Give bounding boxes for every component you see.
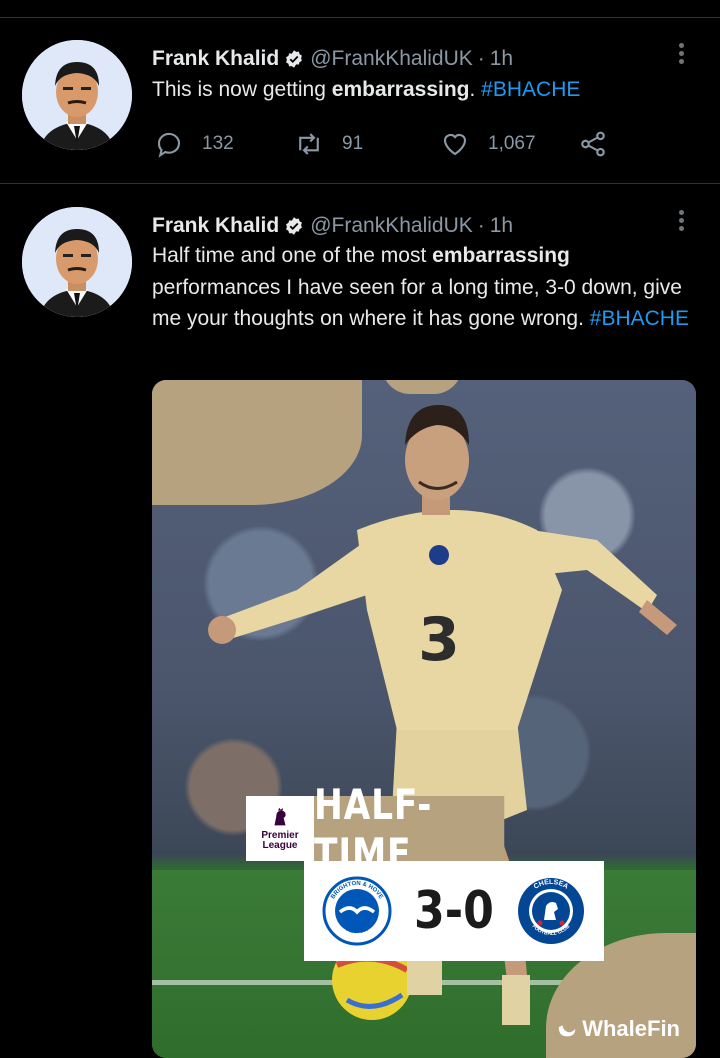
retweet-icon bbox=[299, 133, 319, 155]
like-button[interactable]: 1,067 bbox=[440, 124, 536, 164]
author-name[interactable]: Frank Khalid bbox=[152, 214, 279, 238]
reply-button[interactable]: 132 bbox=[154, 124, 234, 164]
tweet[interactable]: Frank Khalid @FrankKhalidUK · 1h Half ti… bbox=[0, 185, 720, 1058]
tweet-time[interactable]: 1h bbox=[490, 47, 513, 71]
tweet-header: Frank Khalid @FrankKhalidUK · 1h bbox=[152, 44, 513, 74]
scoreboard: BRIGHTON & HOVE ALBION 3-0 CHELSEA FOOTB… bbox=[304, 861, 604, 961]
svg-text:3: 3 bbox=[418, 605, 460, 675]
tweet-header: Frank Khalid @FrankKhalidUK · 1h bbox=[152, 211, 513, 241]
halftime-banner: Premier League HALF-TIME bbox=[246, 780, 546, 878]
hashtag-link[interactable]: #BHACHE bbox=[590, 307, 689, 330]
avatar-image bbox=[22, 207, 132, 317]
hashtag-link[interactable]: #BHACHE bbox=[481, 78, 580, 101]
retweet-count: 91 bbox=[342, 133, 364, 154]
match-score: 3-0 bbox=[414, 881, 494, 941]
brighton-crest-icon: BRIGHTON & HOVE ALBION bbox=[322, 876, 392, 946]
author-handle[interactable]: @FrankKhalidUK bbox=[310, 214, 473, 238]
avatar[interactable] bbox=[22, 40, 132, 150]
tweet-media-image[interactable]: 3 Premier League HALF-TIME BRIGHTON & HO… bbox=[152, 380, 696, 1058]
tweet-time[interactable]: 1h bbox=[490, 214, 513, 238]
halftime-label: HALF-TIME bbox=[314, 780, 505, 878]
reply-icon bbox=[157, 132, 181, 158]
avatar[interactable] bbox=[22, 207, 132, 317]
author-handle[interactable]: @FrankKhalidUK bbox=[310, 47, 473, 71]
verified-badge-icon bbox=[286, 50, 303, 68]
league-name: Premier League bbox=[261, 829, 299, 851]
more-options-icon[interactable] bbox=[676, 40, 686, 70]
verified-badge-icon bbox=[286, 217, 303, 235]
avatar-image bbox=[22, 40, 132, 150]
tweet-text: This is now getting embarrassing. #BHACH… bbox=[152, 78, 581, 101]
top-divider bbox=[0, 0, 720, 18]
share-button[interactable] bbox=[578, 124, 626, 164]
more-options-icon[interactable] bbox=[676, 207, 686, 237]
premier-league-logo: Premier League bbox=[246, 796, 314, 861]
lion-icon bbox=[274, 807, 286, 825]
reply-count: 132 bbox=[202, 133, 234, 154]
separator-dot: · bbox=[477, 214, 485, 237]
heart-icon bbox=[443, 134, 467, 156]
tweet[interactable]: Frank Khalid @FrankKhalidUK · 1h This is… bbox=[0, 18, 720, 184]
share-icon bbox=[581, 131, 605, 157]
tweet-text: Half time and one of the most embarrassi… bbox=[152, 244, 689, 330]
retweet-button[interactable]: 91 bbox=[294, 124, 363, 164]
author-name[interactable]: Frank Khalid bbox=[152, 47, 279, 71]
whale-icon bbox=[558, 1025, 576, 1037]
separator-dot: · bbox=[477, 47, 485, 70]
chelsea-crest-icon: CHELSEA FOOTBALL CLUB bbox=[517, 878, 584, 944]
tweet-actions: 132 91 1,067 bbox=[152, 124, 622, 164]
watermark: WhaleFin bbox=[556, 1016, 680, 1042]
like-count: 1,067 bbox=[488, 133, 536, 154]
watermark-text: WhaleFin bbox=[582, 1016, 680, 1041]
